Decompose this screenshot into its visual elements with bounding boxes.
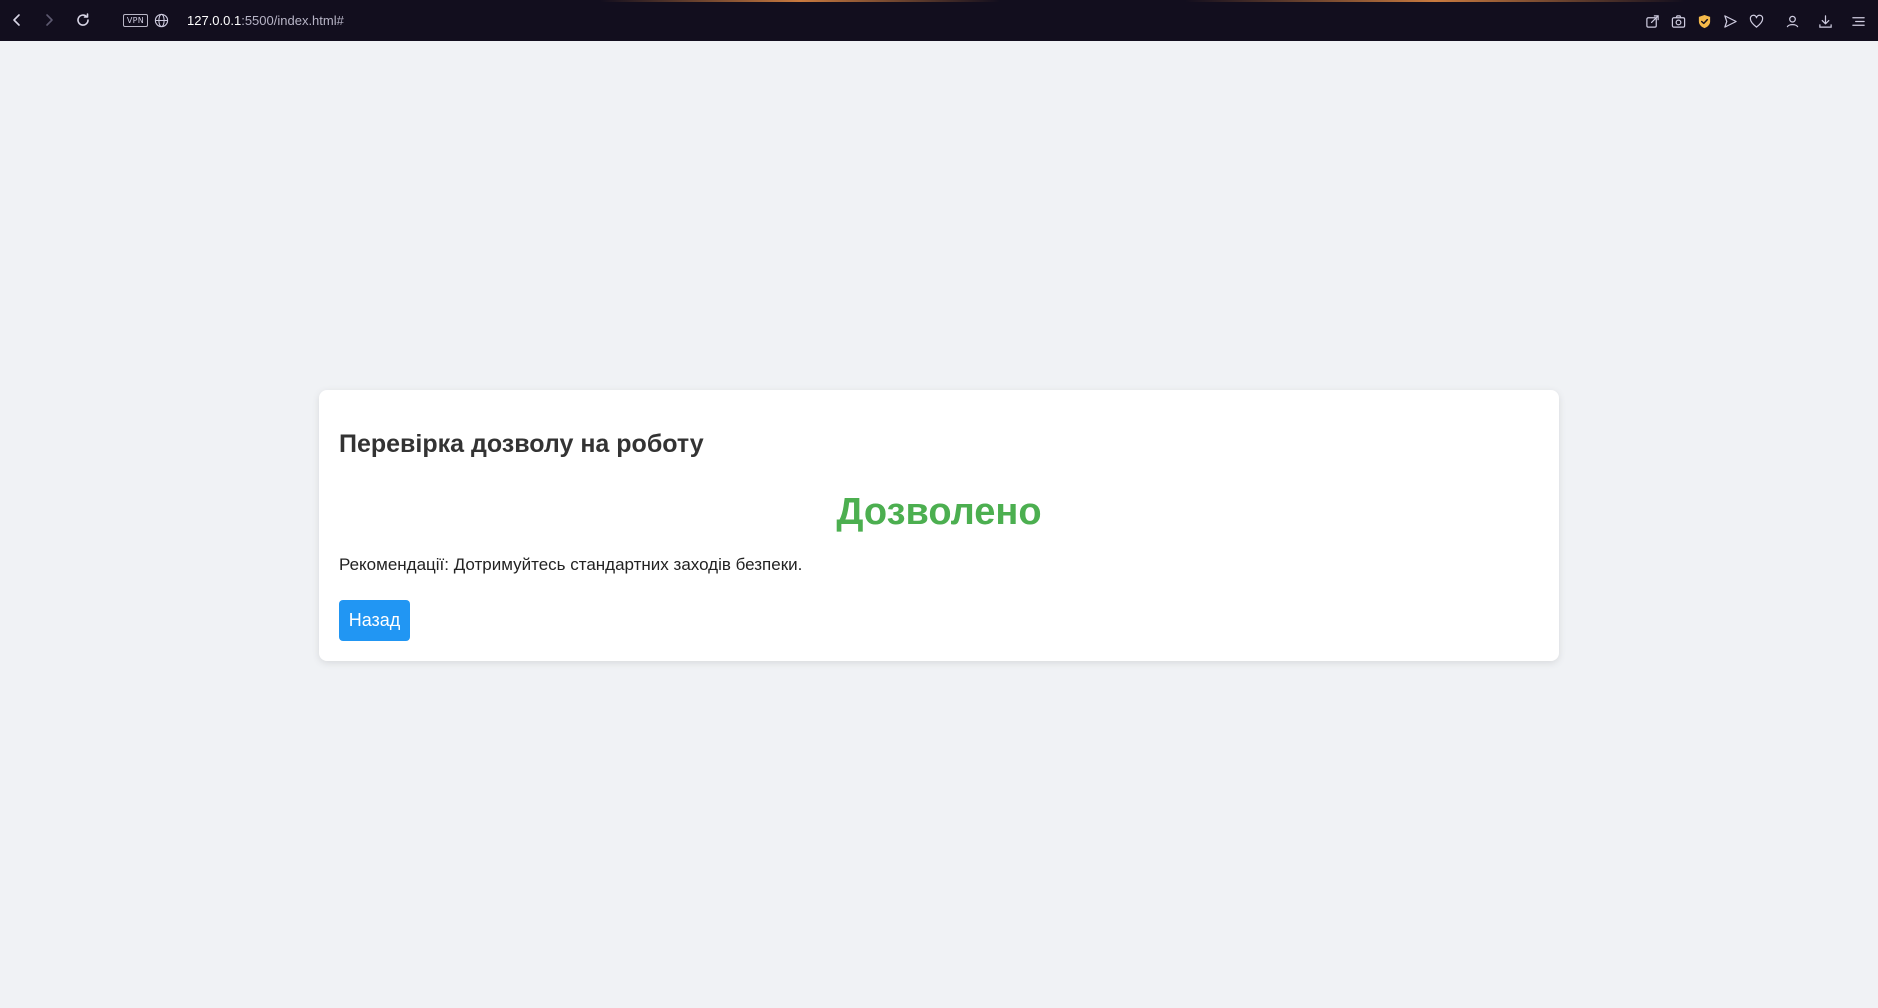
permit-status: Дозволено — [836, 491, 1042, 533]
tab-accent-line-2 — [1185, 0, 1685, 2]
forward-icon[interactable] — [38, 9, 60, 31]
url-path: :5500/index.html# — [241, 13, 344, 28]
url-host: 127.0.0.1 — [187, 13, 242, 28]
shield-icon[interactable] — [1695, 12, 1713, 30]
back-icon[interactable] — [6, 9, 28, 31]
tab-accent-line — [600, 0, 1000, 2]
heart-icon[interactable] — [1747, 12, 1765, 30]
back-button[interactable]: Назад — [339, 600, 410, 641]
recommendation-text: Рекомендації: Дотримуйтесь стандартних з… — [339, 555, 803, 574]
user-icon[interactable] — [1783, 12, 1801, 30]
camera-icon[interactable] — [1669, 12, 1687, 30]
globe-icon[interactable] — [154, 13, 169, 28]
page-title: Перевірка дозволу на роботу — [339, 430, 704, 458]
share-icon[interactable] — [1643, 12, 1661, 30]
reload-icon[interactable] — [72, 9, 94, 31]
send-icon[interactable] — [1721, 12, 1739, 30]
vpn-badge[interactable]: VPN — [123, 14, 148, 27]
address-bar[interactable]: 127.0.0.1:5500/index.html# — [187, 13, 344, 28]
download-icon[interactable] — [1816, 12, 1834, 30]
permit-check-card: Перевірка дозволу на роботу Дозволено Ре… — [319, 390, 1559, 661]
menu-icon[interactable] — [1849, 12, 1867, 30]
browser-toolbar: VPN 127.0.0.1:5500/index.html# — [0, 0, 1878, 41]
